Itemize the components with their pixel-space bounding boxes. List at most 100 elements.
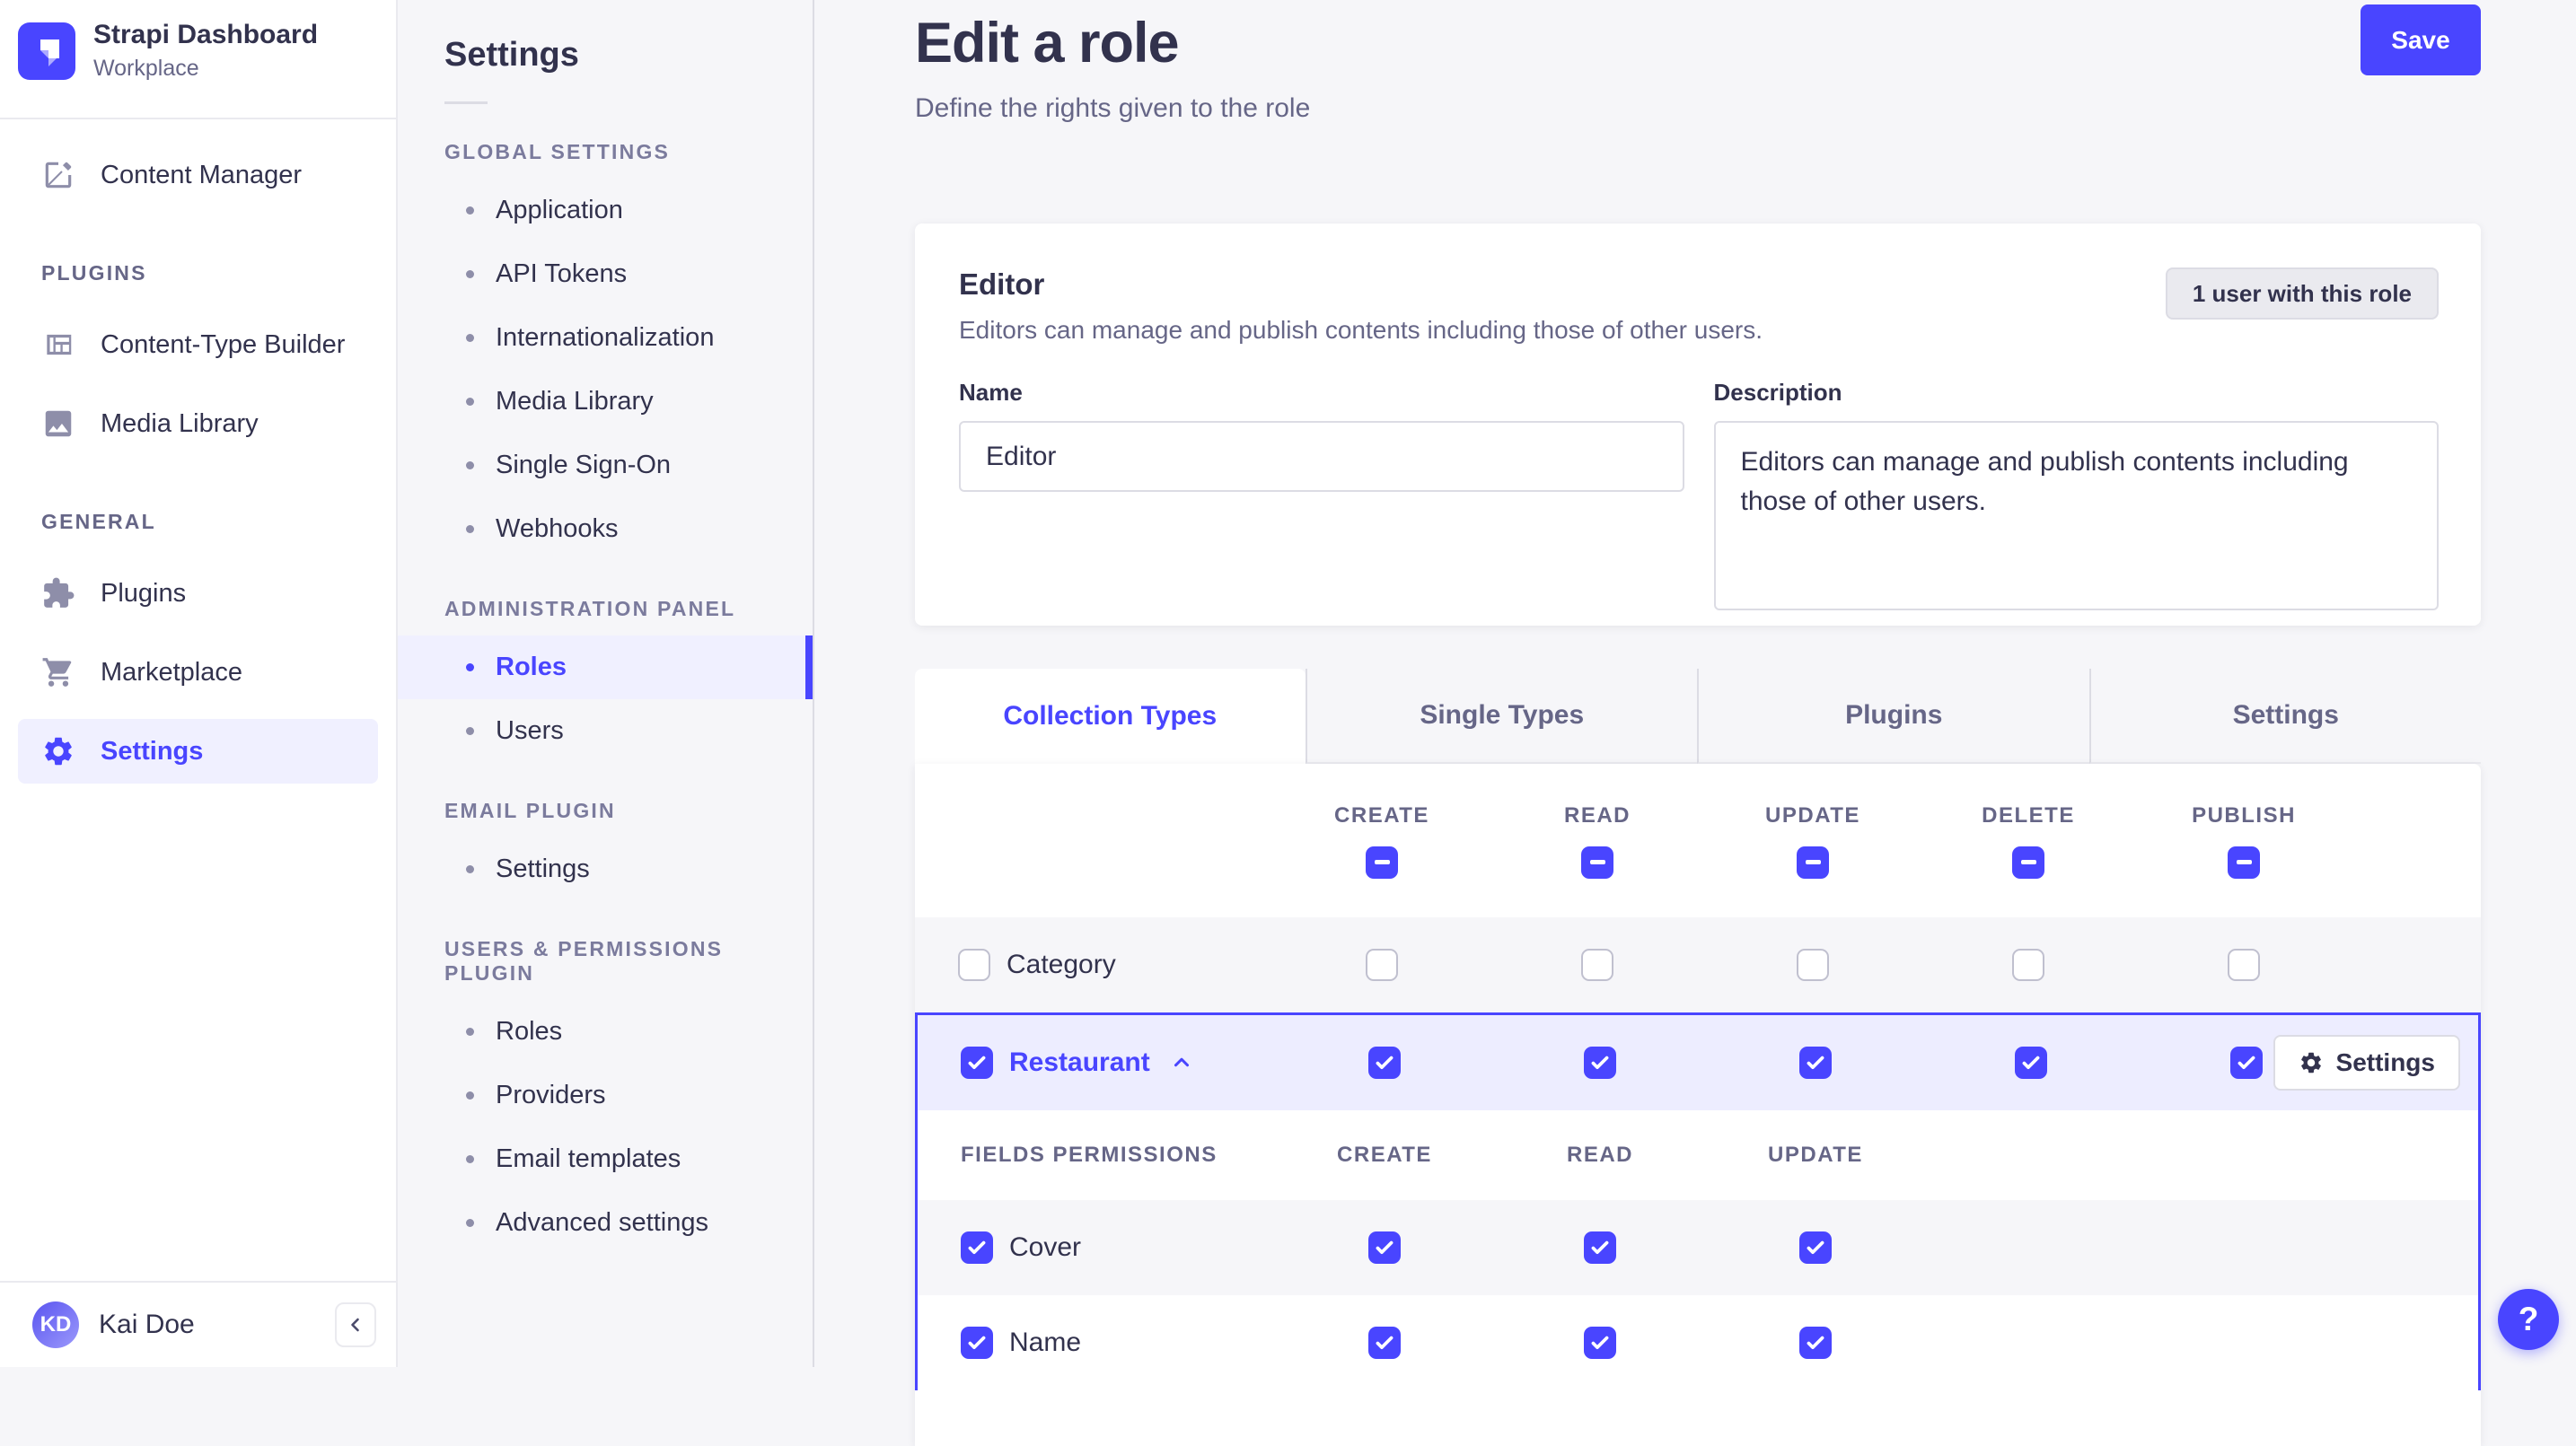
perm-column-delete: DELETE [1921,803,2136,879]
sidebar-item-content-manager[interactable]: Content Manager [18,143,378,207]
settings-sidebar-item-providers[interactable]: Providers [398,1064,813,1127]
settings-sidebar-item-media-library[interactable]: Media Library [398,370,813,434]
settings-item-label: Internationalization [496,323,715,352]
field-checkbox-cover[interactable] [961,1231,993,1264]
perm-column-publish: PUBLISH [2136,803,2352,879]
table-row-category[interactable]: Category [915,917,2481,1012]
workspace-brand[interactable]: Strapi Dashboard Workplace [0,0,396,119]
role-card: Editor Editors can manage and publish co… [915,223,2481,626]
settings-sidebar-item-roles[interactable]: Roles [398,1000,813,1064]
settings-sidebar-item-email-templates[interactable]: Email templates [398,1127,813,1191]
settings-sidebar-item-api-tokens[interactable]: API Tokens [398,242,813,306]
settings-sidebar-item-webhooks[interactable]: Webhooks [398,497,813,561]
tab-plugins[interactable]: Plugins [1697,669,2089,764]
bullet-icon [466,1091,474,1100]
sidebar-item-label: Plugins [101,578,187,608]
bullet-icon [466,865,474,873]
tab-single-types[interactable]: Single Types [1305,669,1697,764]
perm-cell [1708,1047,1923,1079]
checkbox-name-update[interactable] [1799,1327,1832,1359]
save-button[interactable]: Save [2361,4,2481,75]
perm-cell [1490,949,1705,981]
collapse-sidebar-button[interactable] [335,1302,376,1347]
users-count-badge[interactable]: 1 user with this role [2165,267,2439,320]
checkbox-category-read[interactable] [1581,949,1613,981]
settings-item-label: Media Library [496,387,654,416]
checkbox-name-create[interactable] [1368,1327,1401,1359]
settings-sidebar-item-internationalization[interactable]: Internationalization [398,306,813,370]
settings-sidebar-item-advanced-settings[interactable]: Advanced settings [398,1191,813,1255]
main-sidebar: Strapi Dashboard Workplace Content Manag… [0,0,398,1367]
help-button[interactable]: ? [2498,1289,2559,1350]
checkbox-category-update[interactable] [1797,949,1829,981]
strapi-logo-icon [18,22,75,80]
sidebar-item-plugins[interactable]: Plugins [18,561,378,626]
fields-column-read: READ [1492,1143,1708,1168]
permissions-body: Category Restaurant Settings FIELDS PERMISS… [915,917,2481,1390]
row-checkbox-category[interactable] [958,949,990,981]
checkbox-restaurant-delete[interactable] [2015,1047,2047,1079]
column-checkbox-delete[interactable] [2012,846,2044,879]
settings-item-label: Providers [496,1081,606,1109]
content-type-builder-icon [41,328,75,362]
checkbox-restaurant-read[interactable] [1584,1047,1616,1079]
table-row-restaurant[interactable]: Restaurant Settings [918,1015,2478,1110]
field-row-cover[interactable]: Cover [918,1200,2478,1295]
sidebar-item-label: Content-Type Builder [101,329,346,359]
settings-sidebar-item-application[interactable]: Application [398,179,813,242]
sidebar-section-label-general: GENERAL [41,510,156,533]
column-checkbox-read[interactable] [1581,846,1613,879]
perm-column-label: CREATE [1334,802,1429,828]
field-checkbox-name[interactable] [961,1327,993,1359]
bullet-icon [466,1155,474,1163]
checkbox-category-delete[interactable] [2012,949,2044,981]
sidebar-item-content-type-builder[interactable]: Content-Type Builder [18,312,378,377]
row-label: Cover [1009,1232,1082,1262]
checkbox-cover-update[interactable] [1799,1231,1832,1264]
name-input[interactable] [959,421,1684,492]
description-textarea[interactable] [1713,421,2439,610]
checkbox-category-create[interactable] [1366,949,1398,981]
sidebar-item-media-library[interactable]: Media Library [18,391,378,456]
row-settings-button[interactable]: Settings [2273,1035,2460,1091]
column-checkbox-update[interactable] [1797,846,1829,879]
sidebar-footer: KD Kai Doe [0,1281,396,1367]
sidebar-section-label-plugins: PLUGINS [41,261,147,285]
sidebar-item-marketplace[interactable]: Marketplace [18,640,378,705]
tab-settings[interactable]: Settings [2088,669,2481,764]
perm-cell [1923,1047,2139,1079]
checkbox-restaurant-update[interactable] [1799,1047,1832,1079]
column-checkbox-create[interactable] [1366,846,1398,879]
perm-cell [1492,1231,1708,1264]
checkbox-name-read[interactable] [1584,1327,1616,1359]
settings-sidebar-item-roles[interactable]: Roles [398,635,813,699]
page-title: Edit a role [915,12,1180,74]
column-checkbox-publish[interactable] [2228,846,2260,879]
checkbox-restaurant-create[interactable] [1368,1047,1401,1079]
tab-collection-types[interactable]: Collection Types [915,669,1306,764]
row-checkbox-restaurant[interactable] [961,1047,993,1079]
perm-cell [1492,1047,1708,1079]
fields-column-label: UPDATE [1768,1143,1863,1167]
user-name: Kai Doe [99,1310,195,1339]
content-manager-icon [41,158,75,192]
settings-group-label-administration-panel: ADMINISTRATION PANEL [444,597,736,620]
checkbox-cover-read[interactable] [1584,1231,1616,1264]
settings-item-label: Single Sign-On [496,451,672,479]
fields-column-update: UPDATE [1708,1143,1923,1168]
perm-column-label: DELETE [1982,802,2075,828]
checkbox-restaurant-publish[interactable] [2230,1047,2263,1079]
settings-sidebar-item-settings[interactable]: Settings [398,837,813,901]
perm-cell [1708,1327,1923,1359]
avatar[interactable]: KD [32,1301,79,1348]
field-row-name[interactable]: Name [918,1295,2478,1390]
bullet-icon [466,206,474,215]
sidebar-item-label: Settings [101,736,204,766]
sidebar-item-settings[interactable]: Settings [18,719,378,784]
page-subtitle: Define the rights given to the role [915,93,1311,123]
checkbox-category-publish[interactable] [2228,949,2260,981]
settings-sidebar-item-users[interactable]: Users [398,699,813,763]
settings-sidebar-item-single-sign-on[interactable]: Single Sign-On [398,434,813,497]
settings-group-label-users-permissions-plugin: USERS & PERMISSIONS PLUGIN [444,937,724,985]
checkbox-cover-create[interactable] [1368,1231,1401,1264]
